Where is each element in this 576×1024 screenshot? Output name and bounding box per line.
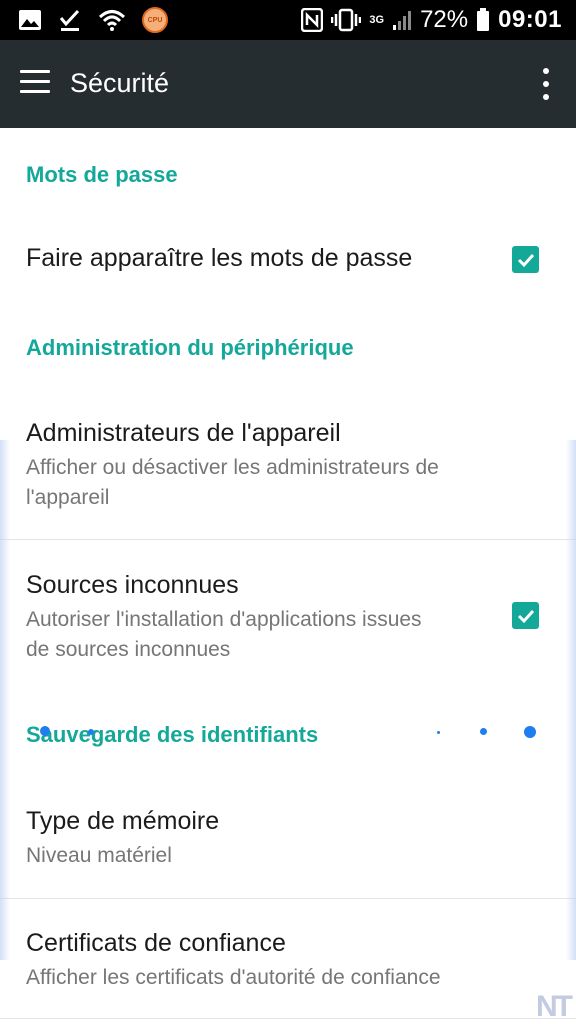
touch-dot <box>524 726 536 738</box>
check-icon <box>517 253 534 267</box>
edge-glow-right <box>566 440 576 960</box>
check-icon <box>517 609 534 623</box>
pref-title: Sources inconnues <box>26 571 239 599</box>
cpu-icon: CPU <box>142 7 168 33</box>
pref-summary: Niveau matériel <box>26 844 172 867</box>
pref-summary: Afficher les certificats d'autorité de c… <box>26 966 441 989</box>
show-passwords-checkbox[interactable] <box>512 246 539 273</box>
touch-dot <box>480 728 487 735</box>
section-header-device-admin: Administration du périphérique <box>26 335 354 360</box>
page-title: Sécurité <box>70 68 170 98</box>
touch-dot <box>437 731 440 734</box>
pref-summary: Autoriser l'installation d'applications … <box>26 608 422 661</box>
unknown-sources-checkbox[interactable] <box>512 602 539 629</box>
pref-summary: Afficher ou désactiver les administrateu… <box>26 456 439 509</box>
section-header-credentials: Sauvegarde des identifiants <box>26 722 319 747</box>
image-icon <box>18 9 42 31</box>
check-icon <box>58 8 82 32</box>
menu-icon[interactable] <box>20 70 50 96</box>
status-bar-left: CPU <box>18 6 168 34</box>
divider <box>0 539 576 540</box>
vibrate-icon <box>331 8 362 32</box>
touch-dot <box>40 726 50 736</box>
network-type: 3G <box>369 13 385 26</box>
wifi-icon <box>98 9 126 31</box>
status-bar-right: 3G 72% 09:01 <box>301 6 562 34</box>
status-bar: CPU 3G 72% 09:01 <box>0 0 576 40</box>
toolbar: Sécurité <box>0 40 576 128</box>
watermark-logo: NT <box>536 990 573 1023</box>
divider <box>0 898 576 899</box>
battery-icon <box>476 8 490 32</box>
clock: 09:01 <box>498 6 562 33</box>
touch-dot <box>88 729 94 735</box>
pref-title: Faire apparaître les mots de passe <box>26 244 413 272</box>
section-header-passwords: Mots de passe <box>26 162 178 187</box>
nfc-icon <box>301 8 324 32</box>
edge-glow-left <box>0 440 10 960</box>
more-options-icon[interactable] <box>540 68 552 100</box>
battery-percent: 72% <box>420 6 469 33</box>
pref-title: Administrateurs de l'appareil <box>26 419 341 447</box>
pref-title: Type de mémoire <box>26 807 220 835</box>
divider <box>0 1018 576 1019</box>
pref-title: Certificats de confiance <box>26 929 286 957</box>
signal-icon <box>392 9 412 31</box>
